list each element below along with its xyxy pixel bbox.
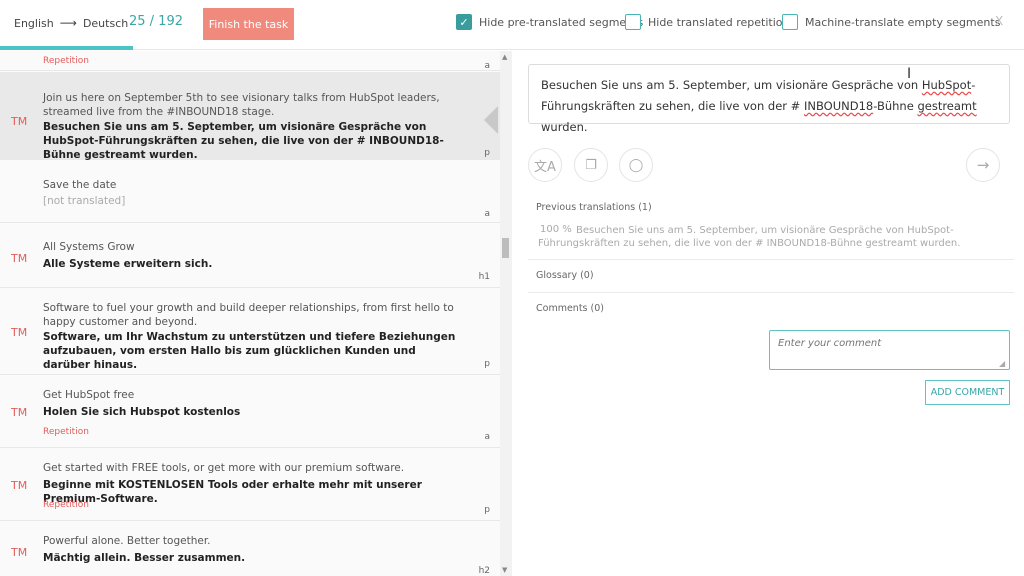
segment-tag: p	[484, 505, 490, 515]
tm-badge: TM	[11, 479, 28, 492]
segment-scrollbar[interactable]	[500, 51, 512, 576]
option-label: Hide pre-translated segments	[479, 15, 644, 29]
segment-tag: h2	[478, 566, 490, 576]
segment-tag: h1	[478, 272, 490, 282]
divider	[528, 259, 1014, 260]
segment-tag: a	[484, 432, 490, 442]
option-label: Hide translated repetitions	[648, 15, 796, 29]
copy-icon[interactable]: ❐	[574, 148, 608, 182]
comment-icon[interactable]: ◯	[619, 148, 653, 182]
option-label: Machine-translate empty segments	[805, 15, 1001, 29]
divider	[528, 292, 1014, 293]
repetition-label: Repetition	[43, 427, 89, 437]
tm-badge: TM	[11, 406, 28, 419]
misspelled-word: INBOUND18	[803, 99, 874, 113]
segment-target: Holen Sie sich Hubspot kostenlos	[43, 406, 241, 418]
segment-target: Beginne mit KOSTENLOSEN Tools oder erhal…	[43, 479, 422, 505]
editor-text: -Bühne	[873, 99, 918, 113]
scrollbar-thumb[interactable]	[502, 238, 509, 258]
progress-bar	[0, 46, 1024, 50]
segment-target: Software, um Ihr Wachstum zu unterstütze…	[43, 331, 456, 371]
segment-row[interactable]: TM All Systems Grow Alle Systeme erweite…	[0, 224, 500, 288]
active-segment-pointer-icon	[484, 106, 498, 134]
segment-tag: p	[484, 359, 490, 369]
next-segment-arrow-icon[interactable]: →	[966, 148, 1000, 182]
add-comment-button[interactable]: ADD COMMENT	[925, 380, 1010, 405]
segment-source: Powerful alone. Better together.	[43, 535, 211, 547]
segment-target: Besuchen Sie uns am 5. September, um vis…	[43, 121, 444, 161]
comments-label[interactable]: Comments (0)	[536, 303, 604, 314]
tm-badge: TM	[11, 252, 28, 265]
segment-tag: a	[484, 61, 490, 71]
segment-source: Save the date	[43, 179, 117, 191]
glossary-label[interactable]: Glossary (0)	[536, 270, 594, 281]
arrow-right-icon: ⟶	[59, 16, 77, 30]
tm-badge: TM	[11, 115, 28, 128]
segment-row-active[interactable]: TM Join us here on September 5th to see …	[0, 72, 500, 161]
text-cursor-icon: I	[907, 66, 912, 82]
comment-input[interactable]	[769, 330, 1010, 370]
scroll-down-icon[interactable]: ▼	[502, 566, 507, 574]
resize-grip-icon[interactable]: ◢	[999, 359, 1005, 368]
previous-translation-text[interactable]: Besuchen Sie uns am 5. September, um vis…	[538, 224, 1004, 250]
segment-source: Get started with FREE tools, or get more…	[43, 462, 405, 474]
repetition-label: Repetition	[43, 500, 89, 510]
editor-text: Besuchen Sie uns am 5. September, um vis…	[541, 78, 922, 92]
segment-list: Repetition a TM Join us here on Septembe…	[0, 51, 512, 576]
checkbox-icon[interactable]	[625, 14, 641, 30]
finish-task-button[interactable]: Finish the task	[203, 8, 294, 40]
misspelled-word: gestreamt	[917, 99, 977, 113]
segment-target: Alle Systeme erweitern sich.	[43, 258, 213, 270]
segment-tag: a	[484, 209, 490, 219]
checkbox-checked-icon[interactable]: ✓	[456, 14, 472, 30]
progress-fill	[0, 46, 134, 50]
option-hide-repetitions[interactable]: Hide translated repetitions	[625, 14, 795, 30]
segment-row[interactable]: TM Get HubSpot free Holen Sie sich Hubsp…	[0, 376, 500, 448]
misspelled-word: HubSpot	[921, 78, 972, 92]
not-translated-placeholder: [not translated]	[43, 195, 126, 207]
translation-editor[interactable]: Besuchen Sie uns am 5. September, um vis…	[528, 64, 1010, 134]
segment-target: Mächtig allein. Besser zusammen.	[43, 552, 246, 564]
segment-source: Get HubSpot free	[43, 389, 135, 401]
segment-source: All Systems Grow	[43, 241, 135, 253]
segment-row[interactable]: TM Get started with FREE tools, or get m…	[0, 449, 500, 521]
segment-tag: p	[484, 148, 490, 158]
previous-translations-label[interactable]: Previous translations (1)	[536, 202, 652, 213]
segment-row[interactable]: TM Software to fuel your growth and buil…	[0, 289, 500, 375]
segment-row[interactable]: TM Powerful alone. Better together. Mäch…	[0, 522, 500, 576]
segment-source: Join us here on September 5th to see vis…	[43, 92, 440, 118]
top-bar: English ⟶ Deutsch 25 / 192 Finish the ta…	[0, 0, 1024, 50]
option-machine-translate[interactable]: Machine-translate empty segments	[782, 14, 1000, 30]
option-hide-pretranslated[interactable]: ✓ Hide pre-translated segments	[456, 14, 643, 30]
tm-badge: TM	[11, 326, 28, 339]
checkbox-icon[interactable]	[782, 14, 798, 30]
repetition-label: Repetition	[43, 56, 89, 66]
segment-row[interactable]: Repetition a	[0, 51, 500, 71]
target-language: Deutsch	[82, 16, 129, 30]
editor-text: wurden.	[541, 120, 588, 134]
close-icon[interactable]: X	[995, 14, 1003, 28]
progress-counter: 25 / 192	[129, 14, 183, 29]
source-language: English	[14, 16, 54, 30]
scroll-up-icon[interactable]: ▲	[502, 53, 507, 61]
segment-source: Software to fuel your growth and build d…	[43, 302, 454, 328]
tm-badge: TM	[11, 546, 28, 559]
segment-row[interactable]: Save the date [not translated] a	[0, 161, 500, 223]
translate-icon[interactable]: 文A	[528, 148, 562, 182]
language-pair: English ⟶ Deutsch	[14, 16, 128, 30]
